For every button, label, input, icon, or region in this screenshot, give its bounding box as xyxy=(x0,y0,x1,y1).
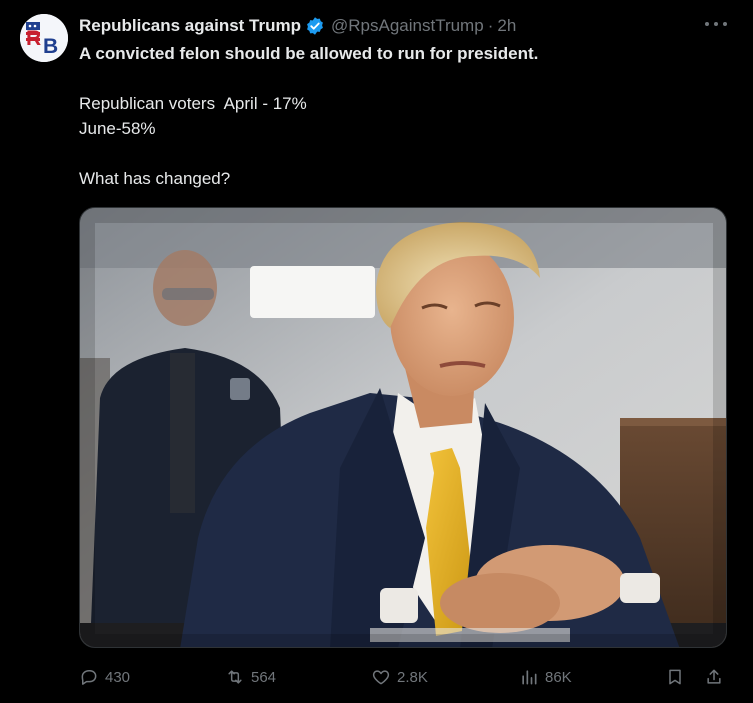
like-count: 2.8K xyxy=(397,668,428,686)
line-spacer xyxy=(79,141,719,166)
reply-count: 430 xyxy=(105,668,131,686)
reply-button[interactable]: 430 xyxy=(79,664,130,690)
tweet-header: Republicans against Trump @RpsAgainstTru… xyxy=(79,14,516,38)
tweet-text-line: Republican voters April - 17% xyxy=(79,94,307,113)
tweet-text: A convicted felon should be allowed to r… xyxy=(79,41,719,191)
retweet-count: 564 xyxy=(251,668,277,686)
tweet-text-line: What has changed? xyxy=(79,169,231,188)
dot-icon xyxy=(714,22,718,26)
tweet-text-line: A convicted felon should be allowed to r… xyxy=(79,44,539,63)
retweet-button[interactable]: 564 xyxy=(225,664,276,690)
separator-dot: · xyxy=(487,16,494,35)
svg-text:B: B xyxy=(43,35,58,58)
author-display-name[interactable]: Republicans against Trump xyxy=(79,16,301,36)
reply-icon xyxy=(81,670,97,685)
heart-icon xyxy=(372,670,390,685)
bookmark-icon xyxy=(669,669,681,685)
tweet-actions: 430 564 2.8K 86K xyxy=(79,664,729,690)
like-button[interactable]: 2.8K xyxy=(371,664,428,690)
verified-badge-icon xyxy=(305,16,325,36)
tweet-photo[interactable] xyxy=(79,207,727,648)
tweet-timestamp[interactable]: 2h xyxy=(497,16,516,36)
author-handle[interactable]: @RpsAgainstTrump xyxy=(331,16,484,36)
views-count: 86K xyxy=(545,668,572,686)
share-icon xyxy=(707,669,721,684)
dot-icon xyxy=(705,22,709,26)
share-button[interactable] xyxy=(704,664,724,690)
retweet-icon xyxy=(228,670,242,684)
views-button[interactable]: 86K xyxy=(519,664,572,690)
bookmark-button[interactable] xyxy=(665,664,685,690)
analytics-icon xyxy=(522,670,537,685)
avatar[interactable]: R B xyxy=(20,14,68,62)
tweet: R B Republicans against Trump @RpsAgains… xyxy=(0,0,753,703)
svg-text:R: R xyxy=(26,27,41,50)
more-options-icon[interactable] xyxy=(705,16,727,32)
line-spacer xyxy=(79,66,719,91)
tweet-text-line: June-58% xyxy=(79,119,156,138)
dot-icon xyxy=(723,22,727,26)
